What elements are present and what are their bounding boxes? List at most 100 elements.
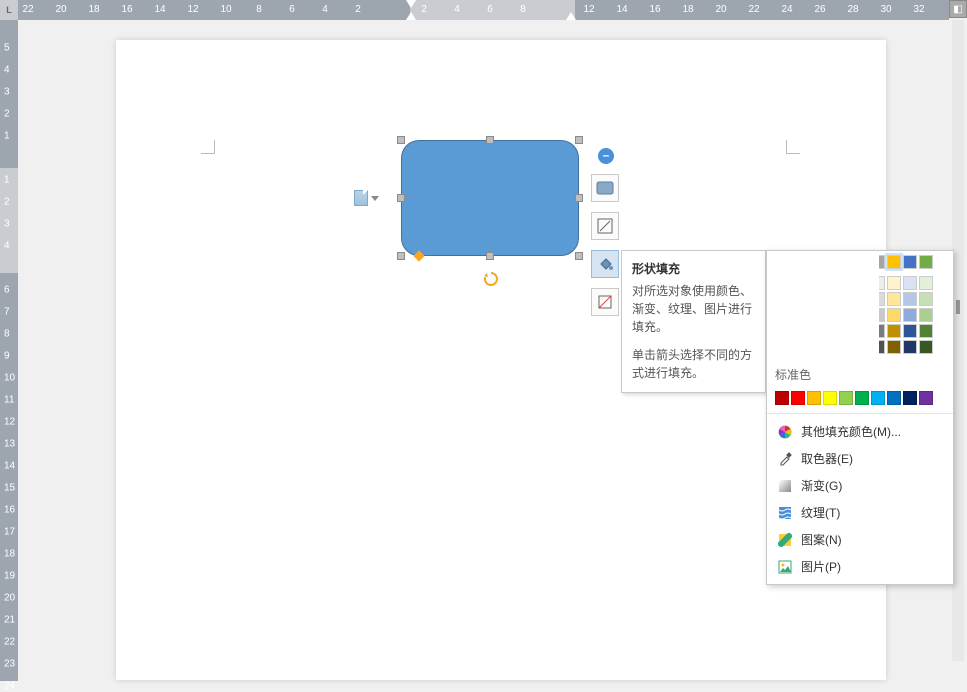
resize-handle-w[interactable] (397, 194, 405, 202)
theme-color-swatch[interactable] (903, 308, 917, 322)
theme-color-swatch[interactable] (887, 276, 901, 290)
standard-color-swatch[interactable] (871, 391, 885, 405)
theme-color-swatch[interactable] (855, 276, 869, 290)
theme-color-swatch[interactable] (855, 255, 869, 269)
document-page[interactable]: – 形状填充 对所选对象使用颜色、渐变、纹理、图片进行填充。 单击箭头选择不同的… (116, 40, 886, 680)
theme-color-swatch[interactable] (887, 324, 901, 338)
horizontal-ruler[interactable]: L 22201816141210864224681214161820222426… (0, 0, 949, 20)
theme-color-swatch[interactable] (903, 292, 917, 306)
theme-color-swatch[interactable] (855, 324, 869, 338)
theme-color-swatch[interactable] (887, 340, 901, 354)
collapse-toolbar-button[interactable]: – (598, 148, 614, 164)
resize-handle-e[interactable] (575, 194, 583, 202)
standard-color-swatch[interactable] (791, 391, 805, 405)
standard-color-swatch[interactable] (775, 391, 789, 405)
theme-color-swatch[interactable] (839, 255, 853, 269)
standard-color-swatch[interactable] (839, 391, 853, 405)
editing-canvas[interactable]: – 形状填充 对所选对象使用颜色、渐变、纹理、图片进行填充。 单击箭头选择不同的… (18, 20, 949, 681)
theme-color-swatch[interactable] (807, 308, 821, 322)
theme-color-swatch[interactable] (903, 276, 917, 290)
theme-color-swatch[interactable] (807, 292, 821, 306)
theme-color-swatch[interactable] (855, 340, 869, 354)
rounded-rectangle-shape[interactable] (401, 140, 579, 256)
theme-color-swatch[interactable] (887, 308, 901, 322)
theme-color-swatch[interactable] (871, 340, 885, 354)
resize-handle-nw[interactable] (397, 136, 405, 144)
theme-color-swatch[interactable] (807, 276, 821, 290)
layout-options-button[interactable] (354, 188, 382, 208)
theme-color-swatch[interactable] (839, 308, 853, 322)
selected-shape[interactable] (401, 140, 579, 256)
shape-outline-button[interactable] (591, 288, 619, 316)
resize-handle-s[interactable] (486, 252, 494, 260)
resize-handle-n[interactable] (486, 136, 494, 144)
standard-color-swatch[interactable] (919, 391, 933, 405)
panel-toggle-icon[interactable]: ◧ (949, 0, 967, 18)
theme-color-swatch[interactable] (919, 255, 933, 269)
vertical-ruler[interactable]: 5432112346789101112131415161718192021222… (0, 20, 18, 681)
theme-color-swatch[interactable] (919, 292, 933, 306)
theme-color-swatch[interactable] (887, 255, 901, 269)
theme-color-swatch[interactable] (903, 324, 917, 338)
theme-color-swatch[interactable] (855, 292, 869, 306)
theme-color-swatch[interactable] (887, 292, 901, 306)
theme-color-swatch[interactable] (823, 255, 837, 269)
theme-color-swatch[interactable] (775, 324, 789, 338)
theme-color-swatch[interactable] (791, 292, 805, 306)
theme-color-swatch[interactable] (791, 308, 805, 322)
right-indent-marker[interactable] (566, 12, 576, 20)
theme-color-swatch[interactable] (823, 340, 837, 354)
theme-color-swatch[interactable] (839, 292, 853, 306)
theme-color-swatch[interactable] (791, 255, 805, 269)
eyedropper-item[interactable]: 取色器(E) (767, 445, 953, 472)
theme-color-swatch[interactable] (839, 340, 853, 354)
standard-color-swatch[interactable] (807, 391, 821, 405)
theme-color-swatch[interactable] (775, 292, 789, 306)
theme-color-swatch[interactable] (807, 324, 821, 338)
shape-styles-button[interactable] (591, 174, 619, 202)
theme-color-swatch[interactable] (775, 308, 789, 322)
standard-color-swatch[interactable] (903, 391, 917, 405)
pattern-item[interactable]: 图案(N) (767, 526, 953, 553)
theme-color-swatch[interactable] (807, 340, 821, 354)
theme-color-swatch[interactable] (791, 324, 805, 338)
theme-color-swatch[interactable] (903, 255, 917, 269)
theme-color-swatch[interactable] (919, 324, 933, 338)
standard-color-swatch[interactable] (887, 391, 901, 405)
theme-color-swatch[interactable] (855, 308, 869, 322)
theme-color-swatch[interactable] (871, 324, 885, 338)
theme-color-swatch[interactable] (919, 340, 933, 354)
theme-color-swatch[interactable] (791, 276, 805, 290)
theme-color-swatch[interactable] (871, 255, 885, 269)
theme-color-swatch[interactable] (823, 308, 837, 322)
theme-color-swatch[interactable] (775, 255, 789, 269)
rotate-handle[interactable] (484, 272, 496, 284)
standard-color-swatch[interactable] (855, 391, 869, 405)
shape-fill-button[interactable] (591, 250, 619, 278)
theme-color-swatch[interactable] (823, 276, 837, 290)
theme-color-swatch[interactable] (775, 276, 789, 290)
theme-color-swatch[interactable] (919, 308, 933, 322)
texture-item[interactable]: 纹理(T) (767, 499, 953, 526)
theme-color-swatch[interactable] (791, 340, 805, 354)
theme-color-swatch[interactable] (903, 340, 917, 354)
more-fill-colors-item[interactable]: 其他填充颜色(M)... (767, 418, 953, 445)
first-line-indent-marker[interactable] (406, 0, 416, 8)
theme-color-swatch[interactable] (871, 276, 885, 290)
theme-color-swatch[interactable] (871, 292, 885, 306)
theme-color-swatch[interactable] (839, 276, 853, 290)
resize-handle-se[interactable] (575, 252, 583, 260)
shape-effects-button[interactable] (591, 212, 619, 240)
theme-color-swatch[interactable] (919, 276, 933, 290)
standard-color-swatch[interactable] (823, 391, 837, 405)
left-indent-marker[interactable] (406, 12, 416, 20)
gradient-item[interactable]: 渐变(G) (767, 472, 953, 499)
theme-color-swatch[interactable] (871, 308, 885, 322)
ruler-origin-button[interactable]: L (0, 0, 18, 20)
theme-color-swatch[interactable] (823, 292, 837, 306)
resize-handle-ne[interactable] (575, 136, 583, 144)
resize-handle-sw[interactable] (397, 252, 405, 260)
theme-color-swatch[interactable] (775, 340, 789, 354)
theme-color-swatch[interactable] (807, 255, 821, 269)
theme-color-swatch[interactable] (839, 324, 853, 338)
